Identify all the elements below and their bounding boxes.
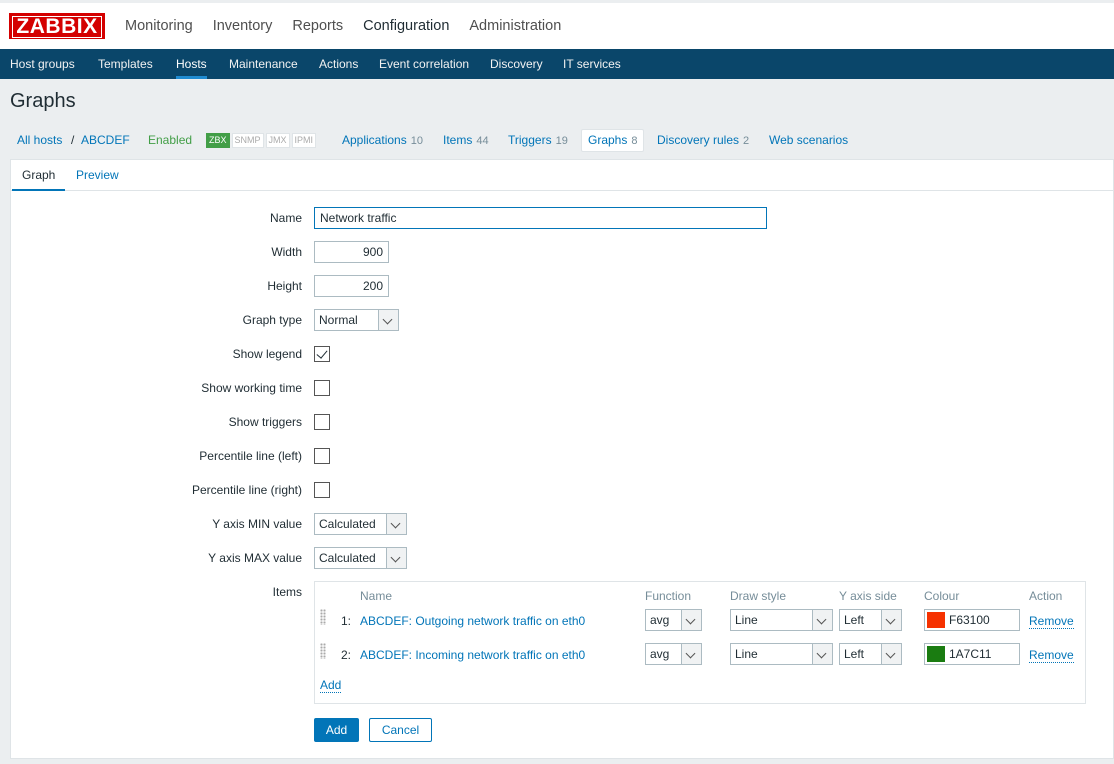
show-working-time-checkbox[interactable] bbox=[314, 380, 330, 396]
y-axis-side-select[interactable]: Left bbox=[839, 609, 902, 631]
host-status[interactable]: Enabled bbox=[148, 128, 192, 152]
show-triggers-checkbox[interactable] bbox=[314, 414, 330, 430]
breadcrumb-separator: / bbox=[71, 133, 75, 147]
submenu-maintenance[interactable]: Maintenance bbox=[229, 49, 298, 79]
tab-graph[interactable]: Graph bbox=[11, 160, 66, 191]
chevron-down-icon bbox=[386, 548, 406, 568]
web-scenarios-link[interactable]: Web scenarios bbox=[769, 128, 848, 152]
remove-link[interactable]: Remove bbox=[1029, 614, 1074, 629]
menu-inventory[interactable]: Inventory bbox=[203, 3, 283, 49]
draw-style-select[interactable]: Line bbox=[730, 609, 833, 631]
col-draw-style: Draw style bbox=[730, 589, 787, 603]
add-item-link[interactable]: Add bbox=[320, 678, 342, 693]
width-label: Width bbox=[271, 245, 302, 259]
name-label: Name bbox=[269, 211, 302, 225]
zabbix-logo[interactable]: ZABBIX bbox=[9, 13, 105, 39]
graphs-tab[interactable]: Graphs 8 bbox=[581, 129, 645, 152]
graph-type-select[interactable]: Normal bbox=[314, 309, 399, 331]
col-action: Action bbox=[1029, 589, 1063, 603]
remove-link[interactable]: Remove bbox=[1029, 648, 1074, 663]
submenu-templates[interactable]: Templates bbox=[98, 49, 153, 79]
submenu-event-correlation[interactable]: Event correlation bbox=[379, 49, 469, 79]
y-axis-side-select[interactable]: Left bbox=[839, 643, 902, 665]
host-link[interactable]: ABCDEF bbox=[81, 128, 130, 152]
col-name: Name bbox=[360, 589, 393, 603]
chevron-down-icon bbox=[386, 514, 406, 534]
chevron-down-icon bbox=[881, 610, 901, 630]
all-hosts-link[interactable]: All hosts bbox=[17, 128, 62, 152]
host-navigation: All hosts / ABCDEF Enabled ZBX SNMP JMX IPM… bbox=[0, 128, 1114, 152]
percentile-right-checkbox[interactable] bbox=[314, 482, 330, 498]
submenu-it-services[interactable]: IT services bbox=[563, 49, 621, 79]
show-legend-label: Show legend bbox=[232, 347, 302, 361]
page-title: Graphs bbox=[10, 90, 76, 112]
discovery-rules-link[interactable]: Discovery rules 2 bbox=[657, 128, 749, 153]
items-label: Items bbox=[272, 585, 302, 599]
width-input[interactable] bbox=[314, 241, 389, 263]
function-select[interactable]: avg bbox=[645, 609, 702, 631]
chevron-down-icon bbox=[812, 644, 832, 664]
menu-reports[interactable]: Reports bbox=[282, 3, 353, 49]
items-link[interactable]: Items 44 bbox=[443, 128, 489, 153]
drag-handle-icon[interactable] bbox=[320, 643, 326, 659]
chevron-down-icon bbox=[681, 644, 701, 664]
menu-monitoring[interactable]: Monitoring bbox=[115, 3, 203, 49]
chevron-down-icon bbox=[681, 610, 701, 630]
ymin-select[interactable]: Calculated bbox=[314, 513, 407, 535]
height-label: Height bbox=[267, 279, 302, 293]
cancel-button[interactable]: Cancel bbox=[369, 718, 432, 742]
menu-configuration[interactable]: Configuration bbox=[353, 3, 459, 49]
chevron-down-icon bbox=[881, 644, 901, 664]
submenu-discovery[interactable]: Discovery bbox=[490, 49, 543, 79]
jmx-badge: JMX bbox=[265, 133, 290, 149]
snmp-badge: SNMP bbox=[231, 133, 264, 149]
colour-swatch[interactable] bbox=[927, 612, 945, 628]
name-input[interactable] bbox=[314, 207, 767, 229]
percentile-left-checkbox[interactable] bbox=[314, 448, 330, 464]
tab-preview[interactable]: Preview bbox=[76, 160, 119, 190]
percentile-left-label: Percentile line (left) bbox=[199, 449, 302, 463]
add-button[interactable]: Add bbox=[314, 718, 359, 742]
item-name-link[interactable]: ABCDEF: Outgoing network traffic on eth0 bbox=[360, 614, 585, 628]
ipmi-badge: IPMI bbox=[291, 133, 317, 149]
submenu-host-groups[interactable]: Host groups bbox=[10, 49, 75, 79]
triggers-link[interactable]: Triggers 19 bbox=[508, 128, 568, 153]
form-container: Graph Preview Name Width Height Graph ty… bbox=[10, 159, 1114, 759]
ymin-label: Y axis MIN value bbox=[212, 517, 302, 531]
applications-link[interactable]: Applications 10 bbox=[342, 128, 423, 153]
availability-badges: ZBX SNMP JMX IPMI bbox=[206, 128, 318, 152]
row-number: 2: bbox=[341, 648, 352, 662]
chevron-down-icon bbox=[812, 610, 832, 630]
row-number: 1: bbox=[341, 614, 352, 628]
chevron-down-icon bbox=[378, 310, 398, 330]
colour-picker[interactable]: F63100 bbox=[924, 609, 1020, 631]
sub-menu: Host groups Templates Hosts Maintenance … bbox=[0, 49, 1114, 79]
col-y-axis-side: Y axis side bbox=[839, 589, 897, 603]
show-triggers-label: Show triggers bbox=[228, 415, 302, 429]
form-tabs: Graph Preview bbox=[11, 160, 1113, 191]
main-menu: Monitoring Inventory Reports Configurati… bbox=[115, 3, 571, 49]
colour-picker[interactable]: 1A7C11 bbox=[924, 643, 1020, 665]
drag-handle-icon[interactable] bbox=[320, 609, 326, 625]
items-table: Name Function Draw style Y axis side Col… bbox=[314, 581, 1086, 704]
item-name-link[interactable]: ABCDEF: Incoming network traffic on eth0 bbox=[360, 648, 585, 662]
menu-administration[interactable]: Administration bbox=[459, 3, 571, 49]
top-header: ZABBIX Monitoring Inventory Reports Conf… bbox=[0, 0, 1114, 49]
zbx-badge: ZBX bbox=[206, 133, 230, 149]
show-legend-checkbox[interactable] bbox=[314, 346, 330, 362]
ymax-label: Y axis MAX value bbox=[208, 551, 302, 565]
col-colour: Colour bbox=[924, 589, 960, 603]
function-select[interactable]: avg bbox=[645, 643, 702, 665]
percentile-right-label: Percentile line (right) bbox=[191, 483, 302, 497]
show-working-time-label: Show working time bbox=[201, 381, 302, 395]
colour-swatch[interactable] bbox=[927, 646, 945, 662]
height-input[interactable] bbox=[314, 275, 389, 297]
submenu-hosts[interactable]: Hosts bbox=[176, 49, 207, 79]
ymax-select[interactable]: Calculated bbox=[314, 547, 407, 569]
draw-style-select[interactable]: Line bbox=[730, 643, 833, 665]
col-function: Function bbox=[645, 589, 692, 603]
graph-type-label: Graph type bbox=[242, 313, 302, 327]
submenu-actions[interactable]: Actions bbox=[319, 49, 358, 79]
